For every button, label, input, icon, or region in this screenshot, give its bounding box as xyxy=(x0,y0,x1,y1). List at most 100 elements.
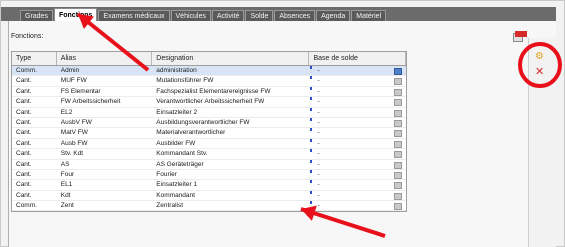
type-cell: Cant. xyxy=(16,77,32,85)
base-de-solde-select[interactable]: - xyxy=(309,117,406,127)
designation-cell: Einsatzleiter 2 xyxy=(156,108,198,116)
type-cell: Cant. xyxy=(16,108,32,116)
chevron-down-icon[interactable] xyxy=(394,151,402,159)
table-row[interactable]: Cant. Ausb FW Ausbilder FW - xyxy=(12,138,406,150)
alias-cell: AusbV FW xyxy=(60,118,92,126)
chevron-down-icon[interactable] xyxy=(394,99,402,107)
table-row[interactable]: Cant. MatV FW Materialverantwortlicher - xyxy=(12,128,406,139)
designation-cell: administration xyxy=(156,67,197,74)
alias-cell: Zent xyxy=(60,202,74,210)
table-row[interactable]: Cant. FW Arbeitssicherheit Verantwortliche… xyxy=(12,97,406,108)
column-header-designation[interactable]: Designation xyxy=(152,52,310,65)
close-icon[interactable]: ✕ xyxy=(535,66,545,77)
chevron-down-icon[interactable] xyxy=(394,161,402,169)
table-row[interactable]: Cant. EL2 Einsatzleiter 2 - xyxy=(12,107,406,118)
base-de-solde-select[interactable]: - xyxy=(309,76,406,86)
base-de-solde-value: - xyxy=(317,108,320,116)
type-cell: Cant. xyxy=(16,87,32,95)
chevron-down-icon[interactable] xyxy=(394,88,402,96)
chevron-down-icon[interactable] xyxy=(394,68,402,75)
base-de-solde-select[interactable]: - xyxy=(309,138,406,148)
chevron-down-icon[interactable] xyxy=(394,109,402,117)
cell-marker xyxy=(310,201,312,205)
base-de-solde-value: - xyxy=(317,160,320,168)
base-de-solde-select[interactable]: - xyxy=(309,66,406,75)
table-row[interactable]: Cant. Stv. Kdt Kommandant Stv. - xyxy=(12,149,406,160)
tab-agenda[interactable]: Agenda xyxy=(316,10,351,21)
table-row[interactable]: Cant. AusbV FW Ausbildungsverantwortlicher… xyxy=(12,117,406,129)
type-cell: Cant. xyxy=(16,150,32,158)
base-de-solde-select[interactable]: - xyxy=(309,201,406,211)
cell-marker xyxy=(310,117,312,121)
base-de-solde-select[interactable]: - xyxy=(309,169,406,179)
base-de-solde-select[interactable]: - xyxy=(309,107,406,117)
base-de-solde-select[interactable]: - xyxy=(309,149,406,159)
tab-fonctions[interactable]: Fonctions xyxy=(53,8,98,21)
base-de-solde-select[interactable]: - xyxy=(309,180,406,190)
base-de-solde-value: - xyxy=(317,129,320,137)
column-header-base-de-solde[interactable]: Base de solde xyxy=(309,52,406,65)
base-de-solde-select[interactable]: - xyxy=(309,159,406,169)
base-de-solde-select[interactable]: - xyxy=(309,86,406,96)
table-row[interactable]: Comm. Admin administration - xyxy=(12,66,406,77)
chevron-down-icon[interactable] xyxy=(394,130,402,138)
type-cell: Cant. xyxy=(16,129,32,137)
alias-cell: FS Elementar xyxy=(60,87,101,95)
chevron-down-icon[interactable] xyxy=(394,171,402,179)
chevron-down-icon[interactable] xyxy=(394,119,402,127)
cell-marker xyxy=(310,97,312,101)
table-row[interactable]: Cant. Four Fourier - xyxy=(12,169,406,181)
cell-marker xyxy=(310,169,312,173)
flag-icon xyxy=(515,31,527,37)
chevron-down-icon[interactable] xyxy=(394,140,402,148)
table-row[interactable]: Cant. EL1 Einsatzleiter 1 - xyxy=(12,180,406,191)
base-de-solde-select[interactable]: - xyxy=(309,190,406,200)
tab-v-hicules[interactable]: Véhicules xyxy=(170,10,211,21)
chevron-down-icon[interactable] xyxy=(394,192,402,200)
type-cell: Comm. xyxy=(16,202,37,210)
alias-cell: AS xyxy=(60,160,70,168)
base-de-solde-value: - xyxy=(317,139,320,147)
alias-cell: EL2 xyxy=(60,108,73,116)
type-cell: Comm. xyxy=(16,67,37,74)
type-cell: Cant. xyxy=(16,98,32,106)
chevron-down-icon[interactable] xyxy=(394,182,402,190)
base-de-solde-value: - xyxy=(317,98,320,106)
tab-examens-m-dicaux[interactable]: Examens médicaux xyxy=(98,10,170,21)
tab-mat-riel[interactable]: Matériel xyxy=(351,10,387,21)
table-row[interactable]: Cant. FS Elementar Fachspezialist Elementa… xyxy=(12,86,406,98)
tab-absences[interactable]: Absences xyxy=(274,10,316,21)
tab-activit-[interactable]: Activité xyxy=(211,10,245,21)
tab-solde[interactable]: Solde xyxy=(245,10,274,21)
gear-add-icon[interactable]: ⚙ xyxy=(535,52,545,62)
base-de-solde-select[interactable]: - xyxy=(309,128,406,138)
column-header-type[interactable]: Type xyxy=(12,52,57,65)
designation-cell: AS Geräteträger xyxy=(156,160,204,168)
chevron-down-icon[interactable] xyxy=(394,203,402,211)
base-de-solde-value: - xyxy=(317,202,320,210)
chevron-down-icon[interactable] xyxy=(394,78,402,86)
table-row[interactable]: Comm. Zent Zentralist - xyxy=(12,201,406,212)
table-row[interactable]: Cant. MUF FW Mutationsführer FW - xyxy=(12,76,406,87)
table-header: Type Alias Designation Base de solde xyxy=(12,52,406,66)
designation-cell: Zentralist xyxy=(156,202,184,210)
designation-cell: Kommandant xyxy=(156,191,195,199)
table-body: Comm. Admin administration - Cant. MUF FW Muta… xyxy=(12,66,406,212)
alias-cell: MUF FW xyxy=(60,77,87,85)
cell-marker xyxy=(310,66,312,69)
base-de-solde-select[interactable]: - xyxy=(309,97,406,107)
cell-marker xyxy=(310,190,312,194)
column-header-alias[interactable]: Alias xyxy=(57,52,153,65)
type-cell: Cant. xyxy=(16,181,32,189)
base-de-solde-value: - xyxy=(317,67,320,74)
alias-cell: EL1 xyxy=(60,181,73,189)
designation-cell: Einsatzleiter 1 xyxy=(156,181,198,189)
base-de-solde-value: - xyxy=(317,87,320,95)
designation-cell: Fachspezialist Elementarereignisse FW xyxy=(156,87,271,95)
cell-marker xyxy=(310,86,312,90)
table-row[interactable]: Cant. Kdt Kommandant - xyxy=(12,190,406,202)
cell-marker xyxy=(310,149,312,153)
tab-grades[interactable]: Grades xyxy=(20,10,53,21)
designation-cell: Materialverantwortlicher xyxy=(156,129,226,137)
table-row[interactable]: Cant. AS AS Geräteträger - xyxy=(12,159,406,170)
